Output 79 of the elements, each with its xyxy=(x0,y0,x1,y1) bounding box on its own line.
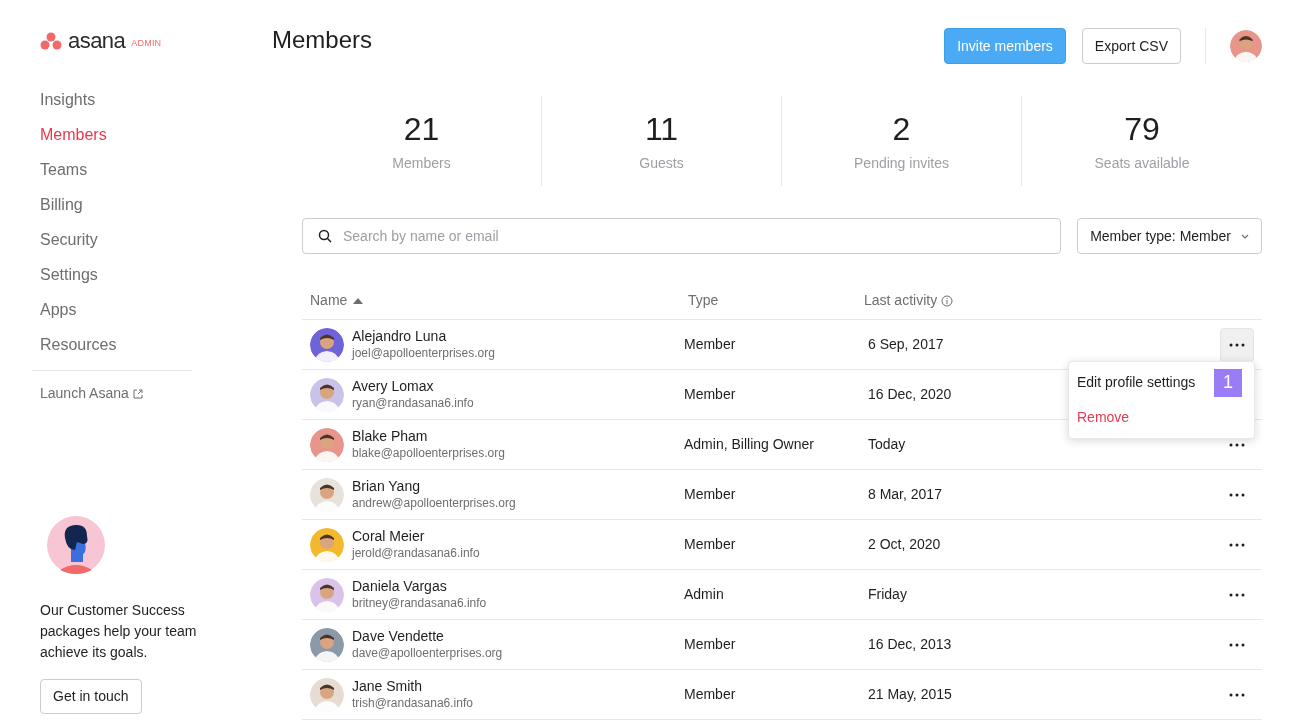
sidebar-item[interactable]: Members xyxy=(40,117,192,152)
member-email: joel@apolloenterprises.org xyxy=(352,344,495,362)
member-email: dave@apolloenterprises.org xyxy=(352,644,503,662)
sidebar-item[interactable]: Security xyxy=(40,222,192,257)
member-email: jerold@randasana6.info xyxy=(352,544,480,562)
stat-label: Seats available xyxy=(1094,153,1190,173)
last-activity: Friday xyxy=(868,586,907,602)
member-type: Admin xyxy=(684,586,724,602)
column-header[interactable]: Last activity xyxy=(864,290,938,311)
more-icon xyxy=(1229,692,1245,697)
sort-up-icon xyxy=(353,297,364,304)
member-email: ryan@randasana6.info xyxy=(352,394,474,412)
stat-value: 11 xyxy=(644,109,679,149)
member-type: Member xyxy=(684,686,736,702)
brand-name: asana xyxy=(68,30,126,52)
more-icon xyxy=(1229,642,1245,647)
sidebar-item[interactable]: Settings xyxy=(40,257,192,292)
stat-label: Pending invites xyxy=(854,153,949,173)
last-activity: 16 Dec, 2020 xyxy=(868,386,952,402)
stat-value: 2 xyxy=(892,109,911,149)
member-type: Member xyxy=(684,636,736,652)
stat-value: 79 xyxy=(1124,109,1160,149)
more-icon xyxy=(1229,442,1245,447)
step-marker: 1 xyxy=(1214,368,1242,397)
member-name: Alejandro Luna xyxy=(352,327,448,345)
member-name: Dave Vendette xyxy=(352,627,445,645)
column-header[interactable]: Name xyxy=(310,290,348,311)
member-name: Daniela Vargas xyxy=(352,577,448,595)
member-type: Admin, Billing Owner xyxy=(684,436,814,452)
column-header[interactable]: Type xyxy=(688,292,719,308)
user-avatar xyxy=(1230,30,1262,62)
last-activity: 6 Sep, 2017 xyxy=(868,336,944,352)
admin-label: ADMIN xyxy=(131,37,162,51)
last-activity: 8 Mar, 2017 xyxy=(868,486,942,502)
member-name: Brian Yang xyxy=(352,477,421,495)
external-link-icon xyxy=(132,388,143,399)
page-title: Members xyxy=(272,25,373,55)
sidebar-item[interactable]: Resources xyxy=(40,327,192,362)
logo-icon xyxy=(40,32,62,50)
more-icon xyxy=(1229,542,1245,547)
sidebar-item[interactable]: Billing xyxy=(40,187,192,222)
member-type: Member xyxy=(684,336,736,352)
more-button[interactable] xyxy=(1220,327,1254,362)
more-icon xyxy=(1229,342,1245,347)
info-icon xyxy=(941,294,954,307)
sidebar-item[interactable]: Apps xyxy=(40,292,192,327)
member-name: Coral Meier xyxy=(352,527,426,545)
chevron-down-icon xyxy=(1241,233,1249,239)
member-name: Avery Lomax xyxy=(352,377,435,395)
more-icon xyxy=(1229,492,1245,497)
member-type: Member xyxy=(684,386,736,402)
member-type-dropdown[interactable]: Member type: Member xyxy=(1077,218,1262,254)
member-name: Jane Smith xyxy=(352,677,424,695)
export-button[interactable]: Export CSV xyxy=(1081,28,1181,64)
member-email: blake@apolloenterprises.org xyxy=(352,444,505,462)
member-type: Member xyxy=(684,536,736,552)
launch-link[interactable]: Launch Asana xyxy=(40,383,192,404)
last-activity: 21 May, 2015 xyxy=(868,686,952,702)
person-illustration xyxy=(47,516,105,574)
last-activity: 2 Oct, 2020 xyxy=(868,536,941,552)
search-icon xyxy=(318,229,332,243)
member-email: britney@randasana6.info xyxy=(352,594,487,612)
last-activity: 16 Dec, 2013 xyxy=(868,636,952,652)
stat-label: Guests xyxy=(639,153,684,173)
stat-value: 21 xyxy=(403,109,440,149)
menu-item[interactable]: Remove xyxy=(1077,407,1130,428)
sidebar-item[interactable]: Teams xyxy=(40,152,192,187)
more-icon xyxy=(1229,592,1245,597)
member-email: trish@randasana6.info xyxy=(352,694,473,712)
get-in-touch-button[interactable]: Get in touch xyxy=(40,679,142,714)
last-activity: Today xyxy=(868,436,906,452)
member-name: Blake Pham xyxy=(352,427,429,445)
member-email: andrew@apolloenterprises.org xyxy=(352,494,516,512)
sidebar-item[interactable]: Insights xyxy=(40,82,192,117)
promo-text: Our Customer Success packages help your team achieve its goals. xyxy=(40,601,198,662)
search-field[interactable]: Search by name or email xyxy=(302,218,1062,254)
stat-label: Members xyxy=(392,153,451,173)
menu-item[interactable]: Edit profile settings xyxy=(1077,372,1196,393)
member-type: Member xyxy=(684,486,736,502)
